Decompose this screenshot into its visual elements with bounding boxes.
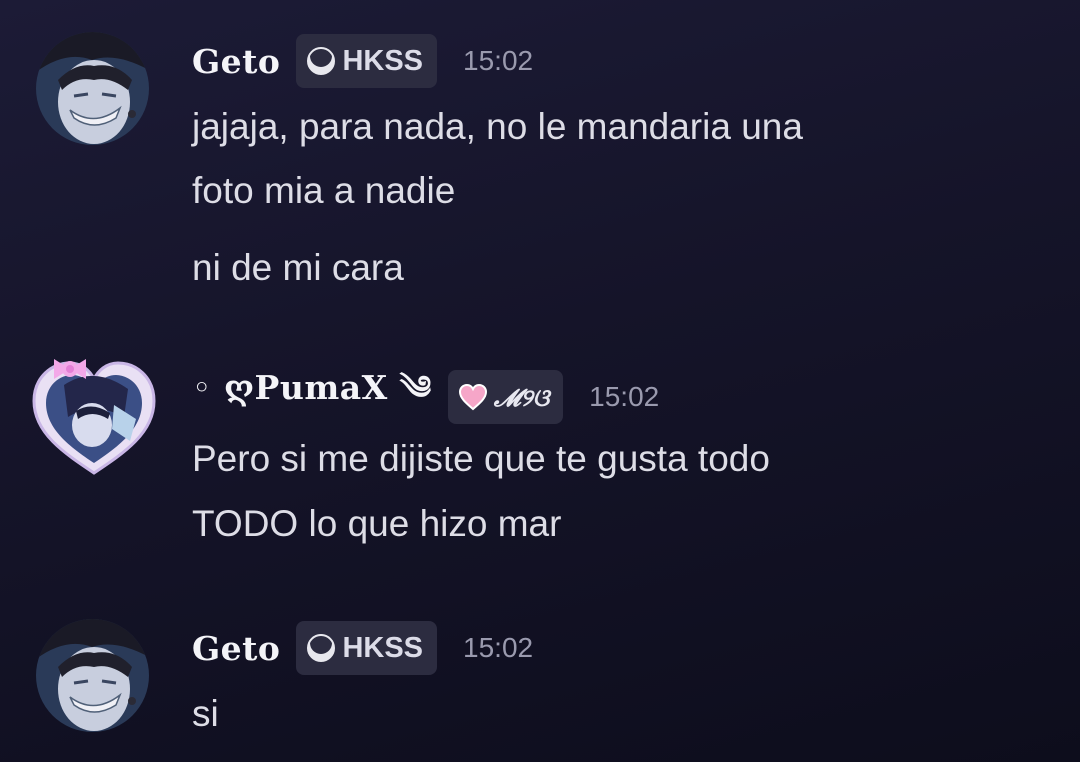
avatar[interactable] [36,619,149,732]
server-tag[interactable]: HKSS [296,621,438,675]
timestamp: 15:02 [463,632,534,663]
crescent-moon-icon [306,633,336,663]
message-text: si [192,693,219,734]
chat-message: Geto HKSS 15:02 si [0,0,1080,762]
server-tag-label: HKSS [342,631,424,664]
username[interactable]: Geto [192,629,280,668]
